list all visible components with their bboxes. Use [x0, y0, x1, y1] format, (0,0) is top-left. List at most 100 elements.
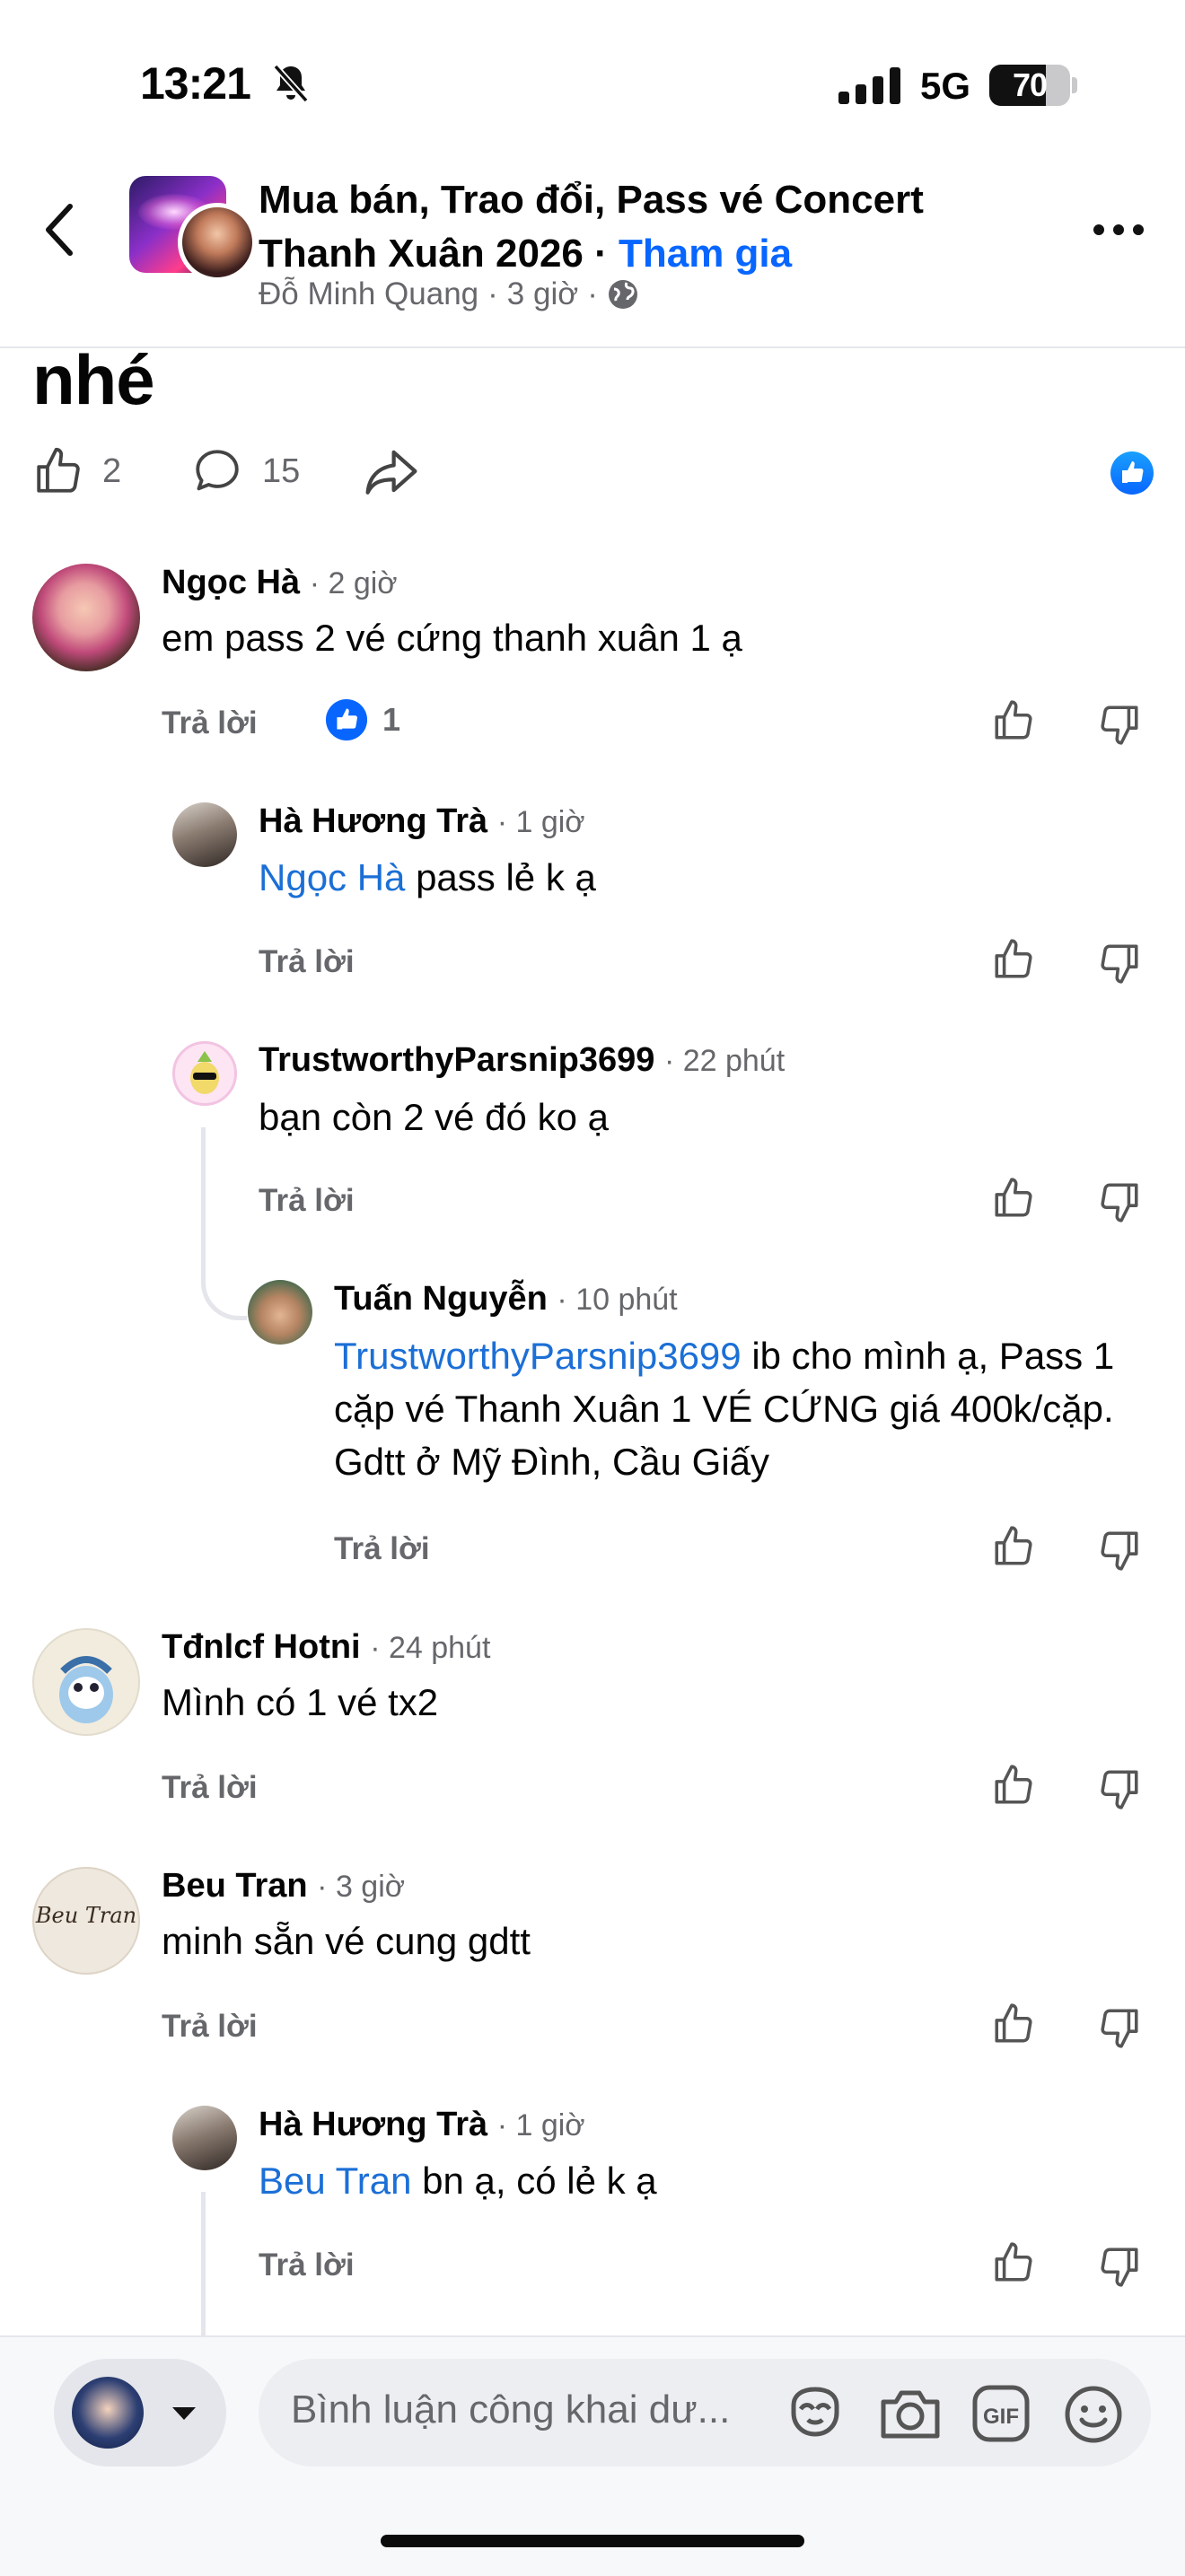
comment-author-name[interactable]: Tuấn Nguyễn — [334, 1280, 548, 1318]
like-reaction-icon — [325, 698, 368, 741]
header-divider — [0, 346, 1185, 348]
thumbs-down-icon[interactable] — [1097, 2005, 1142, 2050]
reply-button[interactable]: Trả lời — [259, 2247, 355, 2283]
comment-text: minh sẵn vé cung gdtt — [162, 1920, 531, 1962]
signal-icon — [838, 66, 901, 104]
thumbs-up-icon[interactable] — [991, 698, 1036, 743]
comment-avatar[interactable] — [248, 1280, 312, 1345]
group-title[interactable]: Mua bán, Trao đổi, Pass vé Concert Thanh… — [259, 173, 995, 281]
globe-icon — [607, 278, 639, 311]
comment-reaction[interactable]: 1 — [325, 698, 400, 741]
reply-button[interactable]: Trả lời — [162, 1770, 258, 1806]
avatar-stickers-icon[interactable] — [785, 2384, 846, 2441]
reply-button[interactable]: Trả lời — [162, 2009, 258, 2045]
comment-time: · 1 giờ — [496, 2108, 585, 2142]
comment-author[interactable]: Beu Tran · 3 giờ — [162, 1867, 405, 1906]
mention-link[interactable]: Ngọc Hà — [259, 856, 405, 898]
thread-connector — [201, 2192, 215, 2344]
comment-button[interactable]: 15 — [190, 445, 300, 497]
camera-icon[interactable] — [878, 2386, 943, 2441]
self-avatar — [72, 2377, 144, 2449]
post-text-tail: nhé — [32, 340, 155, 419]
thumbs-up-icon[interactable] — [991, 1176, 1036, 1221]
status-time: 13:21 — [140, 58, 251, 109]
comment-author-name[interactable]: Beu Tran — [162, 1867, 308, 1905]
comment-avatar[interactable] — [32, 564, 140, 671]
group-name[interactable]: Mua bán, Trao đổi, Pass vé Concert Thanh… — [259, 178, 924, 276]
battery-level: 70 — [1012, 66, 1048, 103]
comment-author-name[interactable]: Hà Hương Trà — [259, 2106, 487, 2143]
comment-author[interactable]: Hà Hương Trà · 1 giờ — [259, 2106, 585, 2144]
reply-button[interactable]: Trả lời — [259, 1183, 355, 1219]
more-icon[interactable] — [1092, 221, 1146, 239]
reply-button[interactable]: Trả lời — [162, 705, 258, 741]
comment-author-name[interactable]: Ngọc Hà — [162, 564, 300, 601]
comment-text: Beu Tran bn ạ, có lẻ k ạ — [259, 2154, 657, 2207]
comment-time: · 3 giờ — [317, 1870, 406, 1904]
comment-text: TrustworthyParsnip3699 ib cho mình ạ, Pa… — [334, 1329, 1124, 1488]
identity-switcher[interactable] — [54, 2359, 226, 2466]
comment-author-name[interactable]: TrustworthyParsnip3699 — [259, 1041, 654, 1079]
gif-icon[interactable]: GIF — [971, 2384, 1031, 2443]
meta-separator: · — [487, 276, 498, 311]
comment-author[interactable]: Tuấn Nguyễn · 10 phút — [334, 1280, 678, 1319]
like-reaction-icon[interactable] — [1110, 451, 1154, 495]
comment-time: · 24 phút — [370, 1631, 491, 1665]
comment-text: em pass 2 vé cứng thanh xuân 1 ạ — [162, 617, 742, 659]
thumbs-up-icon[interactable] — [991, 2240, 1036, 2285]
thumbs-up-icon[interactable] — [991, 937, 1036, 982]
reply-button[interactable]: Trả lời — [334, 1531, 430, 1567]
thumbs-down-icon[interactable] — [1097, 702, 1142, 747]
comment-author-name[interactable]: Tđnlcf Hotni — [162, 1628, 361, 1666]
thumbs-down-icon[interactable] — [1097, 941, 1142, 986]
comment-author[interactable]: Ngọc Hà · 2 giờ — [162, 564, 398, 602]
comment-author[interactable]: TrustworthyParsnip3699 · 22 phút — [259, 1041, 785, 1080]
battery-indicator: 70 — [989, 65, 1070, 106]
comment-avatar[interactable] — [172, 802, 237, 867]
thumbs-down-icon[interactable] — [1097, 1766, 1142, 1811]
comment-author-name[interactable]: Hà Hương Trà — [259, 802, 487, 840]
mention-link[interactable]: TrustworthyParsnip3699 — [334, 1335, 742, 1377]
share-icon[interactable] — [363, 445, 420, 497]
comment-body: bn ạ, có lẻ k ạ — [411, 2160, 657, 2202]
comment-text: Mình có 1 vé tx2 — [162, 1681, 439, 1723]
comment-avatar[interactable] — [32, 1628, 140, 1736]
svg-text:GIF: GIF — [983, 2405, 1019, 2429]
chevron-down-icon — [172, 2407, 196, 2420]
thumbs-down-icon[interactable] — [1097, 2244, 1142, 2289]
author-avatar[interactable] — [178, 203, 257, 282]
comment-count: 15 — [262, 451, 301, 490]
mute-bell-icon — [271, 63, 311, 104]
comment-avatar[interactable] — [172, 2106, 237, 2170]
thumbs-up-icon[interactable] — [991, 2002, 1036, 2046]
comment-text: bạn còn 2 vé đó ko ạ — [259, 1096, 609, 1138]
comment-time: · 22 phút — [663, 1044, 786, 1078]
emoji-icon[interactable] — [1063, 2384, 1124, 2445]
thread-connector — [201, 1127, 247, 1320]
comment-input-placeholder[interactable]: Bình luận công khai dư... — [291, 2388, 730, 2432]
join-group-link[interactable]: Tham gia — [619, 232, 792, 276]
thumbs-up-icon[interactable] — [991, 1524, 1036, 1569]
comment-author[interactable]: Tđnlcf Hotni · 24 phút — [162, 1628, 490, 1667]
back-arrow-icon[interactable] — [41, 201, 77, 258]
battery-cap — [1072, 77, 1077, 93]
thumbs-down-icon[interactable] — [1097, 1179, 1142, 1224]
comment-time: · 10 phút — [557, 1283, 678, 1317]
reaction-count: 1 — [382, 701, 401, 738]
like-button[interactable]: 2 — [32, 445, 121, 497]
thumbs-up-icon[interactable] — [991, 1763, 1036, 1808]
thumbs-down-icon[interactable] — [1097, 1528, 1142, 1573]
comment-time: · 1 giờ — [496, 805, 585, 839]
reply-button[interactable]: Trả lời — [259, 944, 355, 980]
like-icon — [32, 445, 84, 497]
post-age[interactable]: 3 giờ — [507, 276, 578, 312]
post-meta: Đỗ Minh Quang · 3 giờ · — [259, 276, 639, 312]
mention-link[interactable]: Beu Tran — [259, 2160, 411, 2202]
author-name[interactable]: Đỗ Minh Quang — [259, 276, 478, 312]
meta-separator: · — [587, 276, 598, 311]
comment-author[interactable]: Hà Hương Trà · 1 giờ — [259, 802, 585, 841]
comment-time: · 2 giờ — [309, 566, 398, 600]
avatar-logo-text: Beu Tran — [35, 1903, 137, 1928]
comment-avatar[interactable] — [172, 1041, 237, 1106]
comment-avatar[interactable]: Beu Tran — [32, 1867, 140, 1975]
